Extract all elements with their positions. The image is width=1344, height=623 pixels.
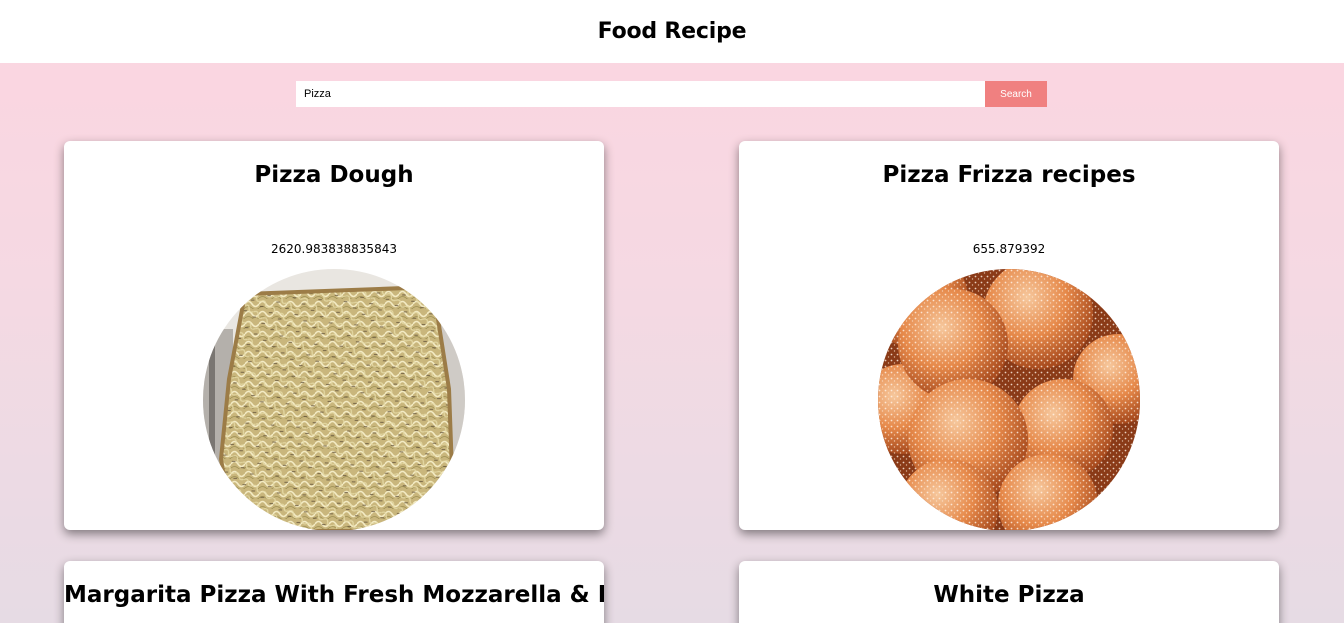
recipe-card-white-pizza[interactable]: White Pizza xyxy=(739,561,1279,623)
recipe-card-margarita-pizza[interactable]: Margarita Pizza With Fresh Mozzarella & … xyxy=(64,561,604,623)
app-header: Food Recipe xyxy=(0,0,1344,63)
recipe-image xyxy=(878,269,1140,530)
recipe-calories: 2620.983838835843 xyxy=(271,242,397,256)
recipe-title: White Pizza xyxy=(933,582,1085,608)
search-bar: Search xyxy=(296,81,1047,107)
sugared-fried-dough-photo xyxy=(878,269,1140,530)
recipe-image xyxy=(203,269,465,530)
recipe-calories: 655.879392 xyxy=(972,242,1046,256)
search-button[interactable]: Search xyxy=(985,81,1047,107)
search-input[interactable] xyxy=(296,81,985,107)
recipe-title: Margarita Pizza With Fresh Mozzarella & … xyxy=(64,582,604,608)
pizza-dough-photo xyxy=(203,269,465,530)
recipe-title: Pizza Frizza recipes xyxy=(882,162,1136,188)
recipe-card-pizza-dough[interactable]: Pizza Dough 2620.983838835843 xyxy=(64,141,604,530)
recipe-card-pizza-frizza[interactable]: Pizza Frizza recipes 655.879392 xyxy=(739,141,1279,530)
page-title: Food Recipe xyxy=(597,19,747,44)
recipe-title: Pizza Dough xyxy=(254,162,414,188)
